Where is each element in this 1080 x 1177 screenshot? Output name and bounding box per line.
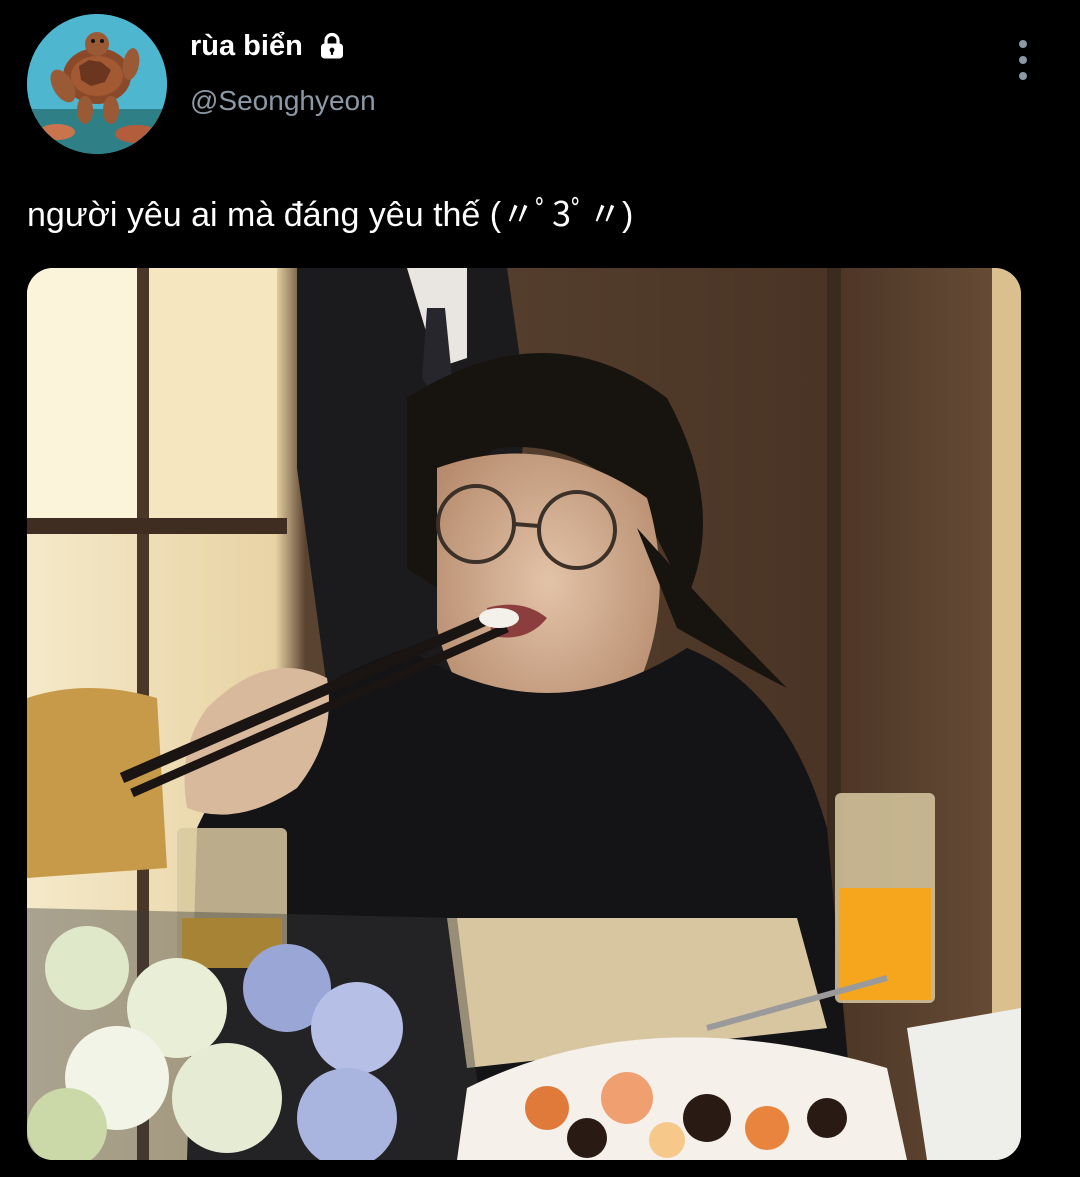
more-vertical-icon (1019, 40, 1027, 48)
tweet: rùa biển @Seonghyeon người yêu ai mà đán… (0, 0, 1080, 1177)
more-vertical-icon-dot (1019, 56, 1027, 64)
tweet-text: người yêu ai mà đáng yêu thế (〃ﾟ3ﾟ〃) (27, 196, 634, 234)
more-options-button[interactable] (1008, 40, 1038, 80)
more-vertical-icon-dot (1019, 72, 1027, 80)
author-handle[interactable]: @Seonghyeon (190, 83, 376, 119)
avatar[interactable] (27, 14, 167, 154)
author-name-row: rùa biển (190, 28, 347, 64)
tweet-photo[interactable] (27, 268, 1021, 1160)
photo-person-eating-image (27, 268, 1021, 1160)
display-name[interactable]: rùa biển (190, 28, 303, 64)
sea-turtle-avatar-icon (27, 14, 167, 154)
lock-icon (320, 32, 343, 59)
